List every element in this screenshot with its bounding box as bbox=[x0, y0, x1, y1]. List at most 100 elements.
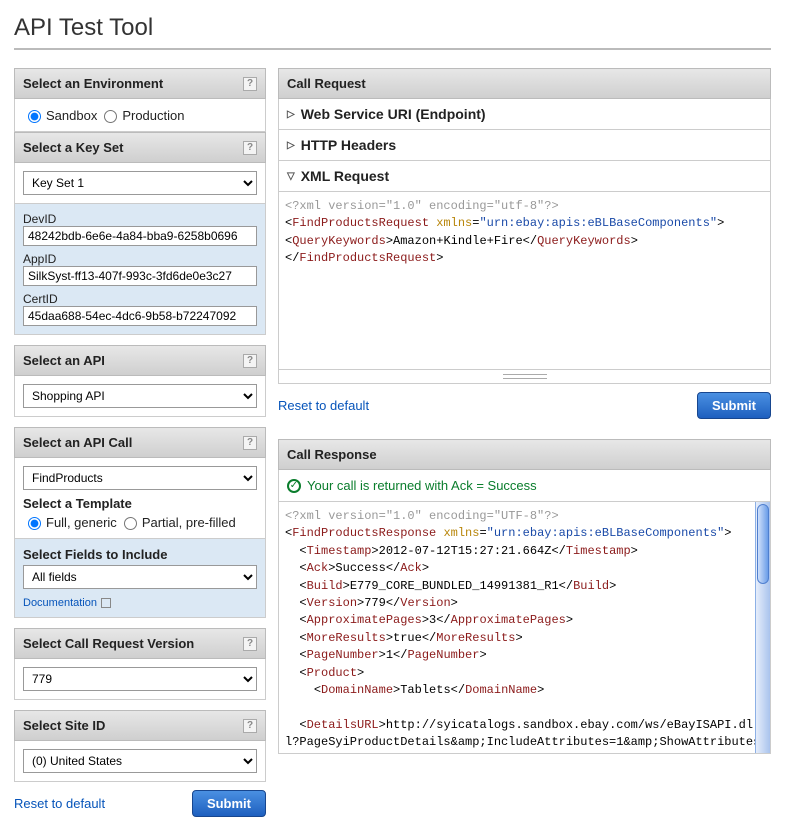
env-body: Sandbox Production bbox=[14, 99, 266, 132]
response-status: ✓ Your call is returned with Ack = Succe… bbox=[278, 470, 771, 502]
help-icon[interactable]: ? bbox=[243, 719, 257, 733]
help-icon[interactable]: ? bbox=[243, 141, 257, 155]
ids-body: DevID AppID CertID bbox=[14, 204, 266, 335]
documentation-link[interactable]: Documentation bbox=[23, 597, 111, 609]
xml-text: Tablets bbox=[400, 683, 450, 697]
xml-tag: Build bbox=[307, 579, 343, 593]
xml-tag: Build bbox=[573, 579, 609, 593]
xml-tag: Version bbox=[400, 596, 450, 610]
call-select[interactable]: FindProducts bbox=[23, 466, 257, 490]
site-header-label: Select Site ID bbox=[23, 718, 105, 733]
version-body: 779 bbox=[14, 659, 266, 700]
radio-partial[interactable]: Partial, pre-filled bbox=[119, 514, 236, 530]
triangle-right-icon: ▷ bbox=[287, 140, 295, 151]
call-header: Select an API Call ? bbox=[14, 427, 266, 458]
keyset-select[interactable]: Key Set 1 bbox=[23, 171, 257, 195]
radio-partial-input[interactable] bbox=[124, 517, 137, 530]
version-header: Select Call Request Version ? bbox=[14, 628, 266, 659]
call-request-header: Call Request bbox=[278, 68, 771, 99]
fields-header: Select Fields to Include bbox=[23, 547, 257, 562]
endpoint-row[interactable]: ▷ Web Service URI (Endpoint) bbox=[278, 99, 771, 130]
divider bbox=[14, 48, 771, 50]
page-title: API Test Tool bbox=[14, 14, 771, 42]
radio-sandbox[interactable]: Sandbox bbox=[23, 107, 97, 123]
headers-row[interactable]: ▷ HTTP Headers bbox=[278, 130, 771, 161]
help-icon[interactable]: ? bbox=[243, 637, 257, 651]
site-body: (0) United States bbox=[14, 741, 266, 782]
xml-tag: MoreResults bbox=[436, 631, 515, 645]
keyset-header-label: Select a Key Set bbox=[23, 140, 123, 155]
call-body: FindProducts Select a Template Full, gen… bbox=[14, 458, 266, 539]
xml-val: "urn:ebay:apis:eBLBaseComponents" bbox=[479, 216, 717, 230]
radio-full-input[interactable] bbox=[28, 517, 41, 530]
api-select[interactable]: Shopping API bbox=[23, 384, 257, 408]
help-icon[interactable]: ? bbox=[243, 354, 257, 368]
xml-text: Amazon+Kindle+Fire bbox=[393, 234, 523, 248]
external-link-icon bbox=[101, 598, 111, 608]
radio-production-input[interactable] bbox=[104, 110, 117, 123]
headers-label: HTTP Headers bbox=[301, 137, 396, 153]
check-icon: ✓ bbox=[287, 479, 301, 493]
xml-tag: ApproximatePages bbox=[451, 613, 566, 627]
call-response-header: Call Response bbox=[278, 439, 771, 470]
xml-tag: Ack bbox=[400, 561, 422, 575]
devid-input[interactable] bbox=[23, 226, 257, 246]
api-header: Select an API ? bbox=[14, 345, 266, 376]
site-select[interactable]: (0) United States bbox=[23, 749, 257, 773]
version-header-label: Select Call Request Version bbox=[23, 636, 194, 651]
xml-request-row[interactable]: ▽ XML Request bbox=[278, 161, 771, 192]
left-submit-button[interactable]: Submit bbox=[192, 790, 266, 817]
left-reset-link[interactable]: Reset to default bbox=[14, 796, 105, 811]
scroll-thumb[interactable] bbox=[757, 504, 769, 584]
appid-input[interactable] bbox=[23, 266, 257, 286]
resize-handle[interactable] bbox=[278, 370, 771, 384]
xml-decl: <?xml version="1.0" encoding="UTF-8"?> bbox=[285, 509, 559, 523]
env-header: Select an Environment ? bbox=[14, 68, 266, 99]
radio-sandbox-input[interactable] bbox=[28, 110, 41, 123]
radio-full[interactable]: Full, generic bbox=[23, 514, 117, 530]
xml-tag: DetailsURL bbox=[307, 718, 379, 732]
keyset-body: Key Set 1 bbox=[14, 163, 266, 204]
xml-tag: QueryKeywords bbox=[292, 234, 386, 248]
version-select[interactable]: 779 bbox=[23, 667, 257, 691]
xml-tag: Product bbox=[307, 666, 357, 680]
template-header: Select a Template bbox=[23, 496, 257, 511]
radio-production-label: Production bbox=[122, 108, 184, 123]
xml-tag: Timestamp bbox=[307, 544, 372, 558]
documentation-label: Documentation bbox=[23, 597, 97, 609]
xml-val: "urn:ebay:apis:eBLBaseComponents" bbox=[487, 526, 725, 540]
call-header-label: Select an API Call bbox=[23, 435, 132, 450]
radio-full-label: Full, generic bbox=[46, 515, 117, 530]
xml-tag: PageNumber bbox=[407, 648, 479, 662]
certid-input[interactable] bbox=[23, 306, 257, 326]
xml-attr: xmlns bbox=[443, 526, 479, 540]
fields-select[interactable]: All fields bbox=[23, 565, 257, 589]
devid-label: DevID bbox=[23, 212, 257, 226]
xml-tag: Timestamp bbox=[566, 544, 631, 558]
right-submit-button[interactable]: Submit bbox=[697, 392, 771, 419]
xml-tag: QueryKeywords bbox=[537, 234, 631, 248]
left-panel: Select an Environment ? Sandbox Producti… bbox=[14, 68, 266, 817]
xml-tag: FindProductsRequest bbox=[292, 216, 429, 230]
xml-request-editor[interactable]: <?xml version="1.0" encoding="utf-8"?> <… bbox=[278, 192, 771, 370]
fields-body: Select Fields to Include All fields Docu… bbox=[14, 539, 266, 618]
xml-tag: FindProductsRequest bbox=[299, 251, 436, 265]
site-header: Select Site ID ? bbox=[14, 710, 266, 741]
keyset-header: Select a Key Set ? bbox=[14, 132, 266, 163]
xml-response-viewer[interactable]: <?xml version="1.0" encoding="UTF-8"?> <… bbox=[278, 502, 771, 754]
xml-tag: DomainName bbox=[321, 683, 393, 697]
certid-label: CertID bbox=[23, 292, 257, 306]
response-status-text: Your call is returned with Ack = Success bbox=[307, 478, 537, 493]
xml-decl: <?xml version="1.0" encoding="utf-8"?> bbox=[285, 199, 559, 213]
xml-attr: xmlns bbox=[436, 216, 472, 230]
radio-production[interactable]: Production bbox=[99, 107, 184, 123]
endpoint-label: Web Service URI (Endpoint) bbox=[301, 106, 486, 122]
triangle-down-icon: ▽ bbox=[287, 171, 295, 182]
scrollbar[interactable] bbox=[755, 502, 770, 753]
xml-tag: MoreResults bbox=[307, 631, 386, 645]
help-icon[interactable]: ? bbox=[243, 436, 257, 450]
right-reset-link[interactable]: Reset to default bbox=[278, 398, 369, 413]
help-icon[interactable]: ? bbox=[243, 77, 257, 91]
api-header-label: Select an API bbox=[23, 353, 105, 368]
xml-tag: PageNumber bbox=[307, 648, 379, 662]
